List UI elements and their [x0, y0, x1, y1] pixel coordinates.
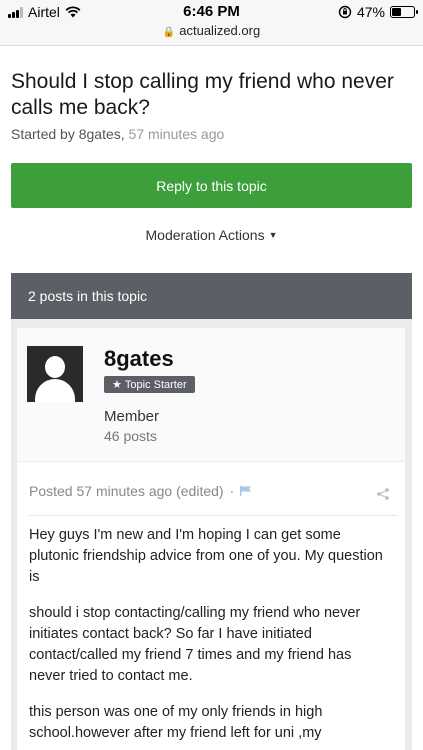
post-meta: Posted 57 minutes ago (edited) ·: [29, 483, 252, 499]
posts-count-header: 2 posts in this topic: [11, 273, 412, 319]
reply-to-topic-button[interactable]: Reply to this topic: [11, 163, 412, 208]
divider: [29, 515, 397, 516]
posts-container: 2 posts in this topic 8gates ★ Topic Star…: [11, 273, 412, 750]
post-paragraph: this person was one of my only friends i…: [29, 704, 323, 741]
star-icon: ★: [112, 379, 122, 391]
status-bar: Airtel 6:46 PM 47% 🔒 actualized.org: [0, 0, 423, 46]
moderation-actions-menu[interactable]: Moderation Actions ▼: [0, 227, 423, 243]
topic-author-link[interactable]: 8gates,: [79, 126, 125, 142]
post-paragraph: Hey guys I'm new and I'm hoping I can ge…: [29, 527, 383, 585]
battery-level: [392, 8, 402, 16]
topic-time: 57 minutes ago: [128, 126, 225, 142]
moderation-label: Moderation Actions: [145, 227, 265, 243]
post-username[interactable]: 8gates: [104, 346, 174, 372]
flag-icon[interactable]: [240, 486, 252, 496]
topic-starter-badge: ★ Topic Starter: [104, 376, 195, 393]
post-paragraph: should i stop contacting/calling my frie…: [29, 605, 361, 684]
caret-down-icon: ▼: [268, 230, 278, 240]
member-role: Member: [104, 408, 160, 425]
url-text: actualized.org: [179, 23, 261, 38]
orientation-lock-icon: [338, 5, 352, 19]
started-by-prefix: Started by: [11, 126, 75, 142]
post-card: 8gates ★ Topic Starter Member 46 posts Po…: [17, 328, 405, 750]
meta-separator: ·: [229, 483, 235, 499]
post-date[interactable]: Posted 57 minutes ago (edited): [29, 483, 224, 499]
avatar[interactable]: [27, 346, 83, 402]
badge-label: Topic Starter: [124, 378, 187, 391]
battery-percent: 47%: [356, 4, 385, 20]
reply-button-label: Reply to this topic: [156, 177, 267, 194]
battery-icon: [390, 6, 418, 18]
share-icon[interactable]: [377, 488, 389, 500]
status-right: 47%: [338, 4, 418, 20]
topic-title: Should I stop calling my friend who neve…: [11, 70, 394, 119]
lock-icon: 🔒: [162, 27, 176, 38]
post-content: Hey guys I'm new and I'm hoping I can ge…: [29, 525, 389, 750]
member-post-count: 46 posts: [104, 428, 157, 444]
topic-started-line: Started by 8gates, 57 minutes ago: [11, 126, 224, 142]
posts-count-label: 2 posts in this topic: [28, 288, 148, 304]
address-bar[interactable]: 🔒 actualized.org: [0, 23, 423, 38]
post-author-panel: 8gates ★ Topic Starter Member 46 posts: [17, 328, 405, 462]
